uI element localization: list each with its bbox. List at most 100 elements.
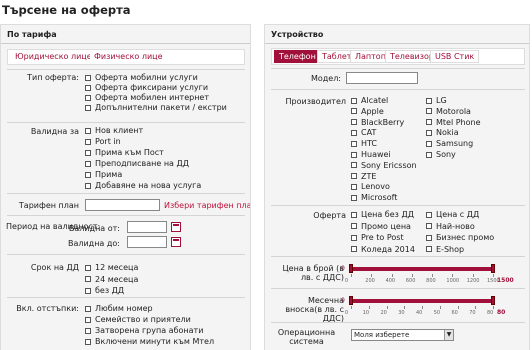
- checkbox[interactable]: [351, 211, 357, 218]
- valid-for-option[interactable]: Port in: [85, 137, 121, 147]
- offer-type-option[interactable]: Допълнителни пакети / екстри: [85, 103, 227, 113]
- offer-option[interactable]: Бизнес промо: [426, 233, 494, 243]
- checkbox[interactable]: [85, 138, 91, 145]
- checkbox[interactable]: [85, 104, 91, 111]
- maker-option[interactable]: HTC: [351, 139, 377, 149]
- tab-legal-entity[interactable]: Юридическо лице: [11, 51, 96, 64]
- checkbox[interactable]: [426, 234, 432, 241]
- maker-option[interactable]: Nokia: [426, 128, 459, 138]
- offer-option[interactable]: Коледа 2014: [351, 245, 415, 255]
- checkbox[interactable]: [351, 119, 357, 126]
- checkbox[interactable]: [426, 140, 432, 147]
- offer-option[interactable]: Най-ново: [426, 222, 475, 232]
- maker-option[interactable]: Sony Ericsson: [351, 161, 417, 171]
- maker-option[interactable]: Motorola: [426, 107, 471, 117]
- price-slider-max-handle[interactable]: [491, 264, 495, 273]
- offer-type-option[interactable]: Оферта мобилен интернет: [85, 93, 209, 103]
- offer-option[interactable]: E-Shop: [426, 245, 464, 255]
- choose-tariff-link[interactable]: Избери тарифен план: [164, 201, 250, 210]
- valid-for-option[interactable]: Нов клиент: [85, 126, 143, 136]
- checkbox[interactable]: [351, 173, 357, 180]
- price-slider-track[interactable]: [351, 267, 493, 271]
- checkbox[interactable]: [85, 316, 91, 323]
- checkbox[interactable]: [85, 149, 91, 156]
- maker-option[interactable]: Apple: [351, 107, 384, 117]
- offer-option[interactable]: Цена без ДД: [351, 210, 414, 220]
- monthly-slider-track[interactable]: [351, 299, 493, 303]
- term-option[interactable]: 12 месеца: [85, 263, 138, 273]
- checkbox[interactable]: [85, 127, 91, 134]
- discount-option[interactable]: Затворена група абонати: [85, 326, 203, 336]
- checkbox[interactable]: [351, 97, 357, 104]
- checkbox[interactable]: [351, 162, 357, 169]
- maker-option[interactable]: BlackBerry: [351, 118, 404, 128]
- maker-option[interactable]: LG: [426, 96, 447, 106]
- checkbox[interactable]: [85, 94, 91, 101]
- os-select[interactable]: Моля изберете ▼: [351, 329, 454, 341]
- offer-option[interactable]: Промо цена: [351, 222, 411, 232]
- checkbox[interactable]: [351, 140, 357, 147]
- offer-option[interactable]: Цена с ДД: [426, 210, 479, 220]
- checkbox[interactable]: [351, 194, 357, 201]
- tariff-input[interactable]: [85, 199, 160, 211]
- checkbox[interactable]: [85, 338, 91, 345]
- discount-option[interactable]: Включени минути към Мтел: [85, 337, 214, 347]
- checkbox[interactable]: [351, 246, 357, 252]
- checkbox[interactable]: [351, 223, 357, 229]
- checkbox[interactable]: [85, 264, 91, 271]
- discount-option[interactable]: Любим номер: [85, 304, 153, 314]
- checkbox[interactable]: [426, 211, 432, 218]
- calendar-to-icon[interactable]: [171, 237, 181, 247]
- checkbox[interactable]: [426, 119, 432, 126]
- maker-option[interactable]: Sony: [426, 150, 456, 160]
- checkbox[interactable]: [85, 305, 91, 312]
- checkbox[interactable]: [426, 108, 432, 115]
- checkbox[interactable]: [351, 234, 357, 241]
- offer-type-option[interactable]: Оферта мобилни услуги: [85, 73, 198, 83]
- maker-option[interactable]: Alcatel: [351, 96, 388, 106]
- checkbox[interactable]: [426, 223, 432, 229]
- checkbox[interactable]: [85, 182, 91, 189]
- tab-individual[interactable]: Физическо лице: [90, 51, 167, 64]
- checkbox[interactable]: [426, 97, 432, 104]
- tab-phone[interactable]: Телефон: [274, 50, 321, 63]
- checkbox[interactable]: [426, 129, 432, 136]
- maker-option[interactable]: CAT: [351, 128, 376, 138]
- checkbox[interactable]: [426, 246, 432, 252]
- maker-option[interactable]: Microsoft: [351, 193, 397, 203]
- valid-from-input[interactable]: [127, 221, 167, 233]
- tab-usb-stick[interactable]: USB Стик: [430, 50, 480, 63]
- model-input[interactable]: [346, 72, 418, 84]
- checkbox[interactable]: [85, 84, 91, 91]
- maker-option[interactable]: Samsung: [426, 139, 473, 149]
- checkbox[interactable]: [351, 183, 357, 190]
- valid-for-option[interactable]: Прима към Пост: [85, 148, 164, 158]
- monthly-slider-max-handle[interactable]: [491, 296, 495, 305]
- term-option[interactable]: 24 месеца: [85, 275, 138, 285]
- price-slider-min-handle[interactable]: [349, 264, 353, 273]
- checkbox[interactable]: [85, 287, 91, 294]
- checkbox[interactable]: [85, 276, 91, 282]
- checkbox[interactable]: [85, 74, 91, 81]
- term-option[interactable]: без ДД: [85, 286, 124, 296]
- checkbox[interactable]: [85, 171, 91, 178]
- valid-for-option[interactable]: Прима: [85, 170, 122, 180]
- valid-to-input[interactable]: [127, 236, 167, 248]
- checkbox[interactable]: [351, 108, 357, 115]
- monthly-slider-min-handle[interactable]: [349, 296, 353, 305]
- maker-option[interactable]: Mtel Phone: [426, 118, 481, 128]
- maker-option[interactable]: Huawei: [351, 150, 391, 160]
- offer-option[interactable]: Pre to Post: [351, 233, 404, 243]
- checkbox[interactable]: [426, 151, 432, 158]
- discount-option[interactable]: Семейство и приятели: [85, 315, 191, 325]
- maker-option[interactable]: ZTE: [351, 172, 376, 182]
- checkbox[interactable]: [85, 327, 91, 334]
- checkbox[interactable]: [351, 129, 357, 136]
- valid-for-option[interactable]: Преподписване на ДД: [85, 159, 189, 169]
- offer-type-option[interactable]: Оферта фиксирани услуги: [85, 83, 208, 93]
- maker-option[interactable]: Lenovo: [351, 182, 390, 192]
- checkbox[interactable]: [85, 160, 91, 167]
- valid-for-option[interactable]: Добавяне на нова услуга: [85, 181, 201, 191]
- calendar-from-icon[interactable]: [171, 222, 181, 232]
- checkbox[interactable]: [351, 151, 357, 158]
